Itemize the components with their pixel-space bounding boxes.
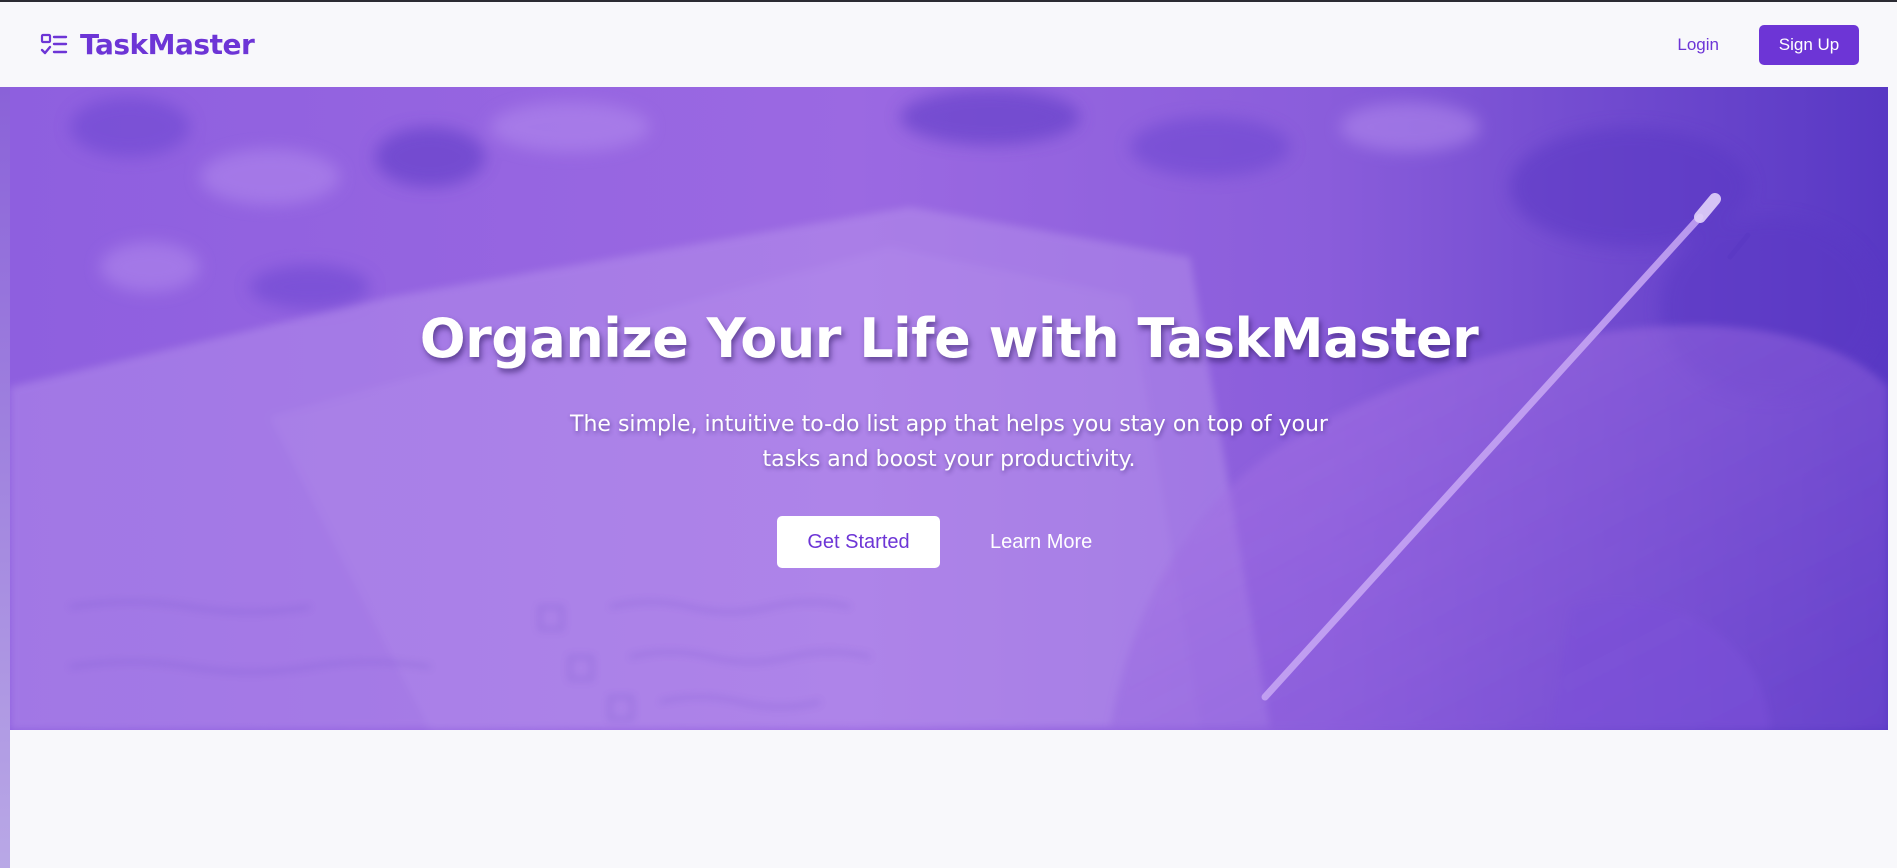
- lower-section: [10, 730, 1888, 868]
- right-edge: [1888, 87, 1897, 868]
- task-list-icon: [40, 33, 68, 54]
- nav-actions: Login Sign Up: [1677, 24, 1859, 65]
- navbar: TaskMaster Login Sign Up: [0, 2, 1897, 87]
- left-edge-rail: [0, 87, 10, 868]
- brand-name: TaskMaster: [80, 28, 255, 61]
- login-link[interactable]: Login: [1677, 35, 1719, 55]
- learn-more-button[interactable]: Learn More: [990, 516, 1092, 568]
- hero-cta-row: Get Started Learn More: [777, 516, 1092, 568]
- hero-content: Organize Your Life with TaskMaster The s…: [10, 87, 1888, 730]
- signup-button[interactable]: Sign Up: [1759, 24, 1859, 65]
- hero-section: Organize Your Life with TaskMaster The s…: [10, 87, 1888, 730]
- hero-title: Organize Your Life with TaskMaster: [419, 307, 1479, 370]
- get-started-button[interactable]: Get Started: [777, 516, 940, 568]
- brand[interactable]: TaskMaster: [40, 28, 255, 61]
- hero-subtitle: The simple, intuitive to-do list app tha…: [570, 412, 1328, 472]
